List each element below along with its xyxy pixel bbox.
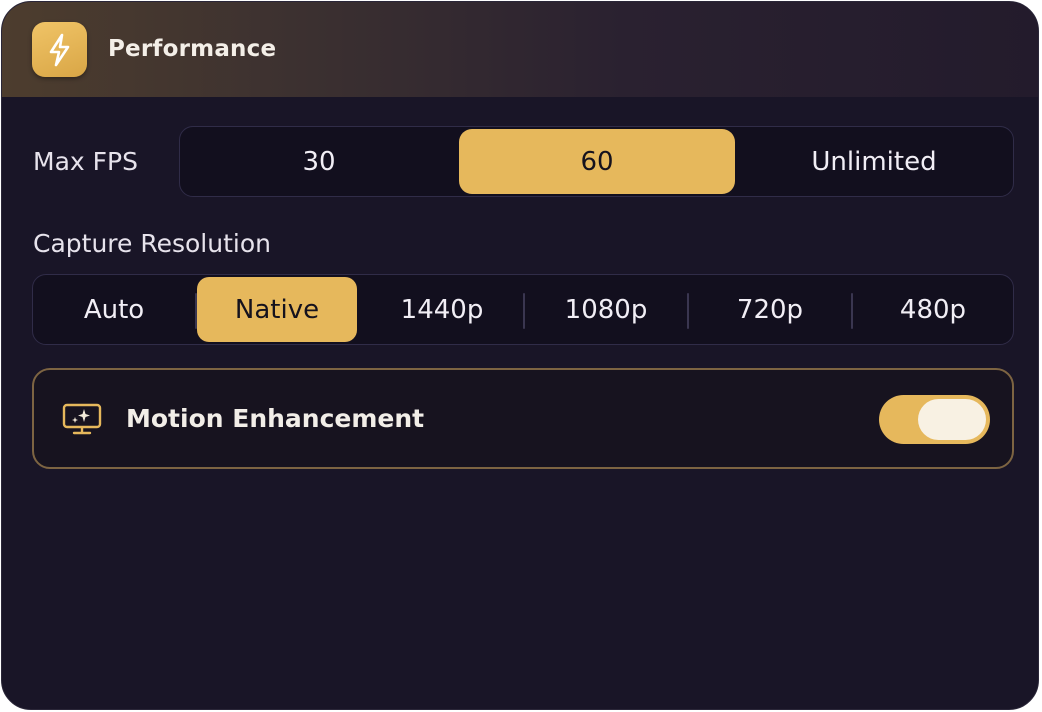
- toggle-knob: [918, 399, 986, 440]
- resolution-option-720p[interactable]: 720p: [689, 275, 851, 344]
- panel-title: Performance: [108, 36, 277, 62]
- fps-option-unlimited[interactable]: Unlimited: [736, 127, 1012, 196]
- fps-option-30[interactable]: 30: [180, 127, 458, 196]
- max-fps-label: Max FPS: [33, 147, 138, 176]
- performance-panel: Performance Max FPS 30 60 Unlimited Capt…: [1, 1, 1039, 710]
- capture-resolution-label: Capture Resolution: [33, 229, 271, 258]
- resolution-option-auto[interactable]: Auto: [33, 275, 195, 344]
- monitor-sparkle-icon: [62, 402, 102, 440]
- motion-enhancement-row: Motion Enhancement: [32, 368, 1014, 469]
- motion-enhancement-label: Motion Enhancement: [126, 404, 425, 433]
- lightning-bolt-icon: [32, 22, 87, 77]
- max-fps-segmented-control: 30 60 Unlimited: [179, 126, 1014, 197]
- capture-resolution-segmented-control: Auto Native 1440p 1080p 720p 480p: [32, 274, 1014, 345]
- fps-option-60[interactable]: 60: [459, 129, 735, 194]
- resolution-option-1440p[interactable]: 1440p: [361, 275, 523, 344]
- resolution-option-native[interactable]: Native: [197, 277, 357, 342]
- panel-header: Performance: [2, 2, 1038, 97]
- resolution-option-480p[interactable]: 480p: [853, 275, 1013, 344]
- motion-enhancement-toggle[interactable]: [879, 395, 990, 444]
- resolution-option-1080p[interactable]: 1080p: [525, 275, 687, 344]
